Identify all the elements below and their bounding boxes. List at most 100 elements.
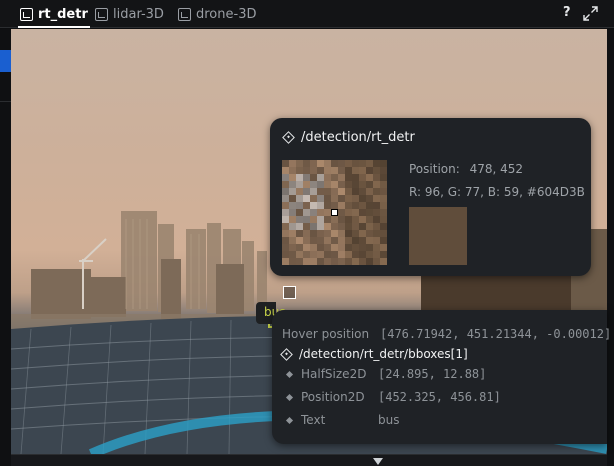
- zoom-pixel: [331, 195, 338, 202]
- zoom-pixel: [352, 195, 359, 202]
- zoom-pixel: [380, 174, 387, 181]
- zoom-pixel: [352, 174, 359, 181]
- zoom-pixel: [317, 209, 324, 216]
- zoom-pixel: [303, 195, 310, 202]
- zoom-pixel: [289, 230, 296, 237]
- zoom-pixel: [359, 195, 366, 202]
- zoom-pixel: [296, 251, 303, 258]
- zoom-pixel: [303, 202, 310, 209]
- zoom-pixel: [373, 181, 380, 188]
- zoom-pixel: [338, 209, 345, 216]
- zoom-pixel: [310, 174, 317, 181]
- right-panel-strip: [607, 29, 614, 466]
- field-value: [452.325, 456.81]: [378, 390, 501, 404]
- zoom-pixel: [331, 237, 338, 244]
- zoom-pixel: [324, 251, 331, 258]
- zoom-pixel: [366, 223, 373, 230]
- zoom-pixel: [366, 230, 373, 237]
- zoom-pixel: [324, 167, 331, 174]
- zoom-pixel: [289, 223, 296, 230]
- zoom-pixel: [331, 167, 338, 174]
- zoom-pixel: [317, 181, 324, 188]
- field-label: Position2D: [301, 390, 365, 404]
- tab-label: rt_detr: [38, 6, 88, 22]
- zoom-pixel: [359, 251, 366, 258]
- tab-label: lidar-3D: [113, 6, 164, 22]
- zoom-pixel: [366, 251, 373, 258]
- tab-drone-3d[interactable]: drone-3D: [178, 0, 256, 28]
- bullet-icon: [285, 370, 294, 378]
- zoom-pixel: [352, 230, 359, 237]
- zoom-pixel: [289, 209, 296, 216]
- help-button[interactable]: ?: [563, 5, 571, 20]
- zoom-pixel: [380, 195, 387, 202]
- hover-position-row: Hover position [476.71942, 451.21344, -0…: [282, 327, 611, 341]
- zoom-pixel: [317, 258, 324, 265]
- zoom-pixel: [310, 216, 317, 223]
- zoom-pixel: [282, 174, 289, 181]
- zoom-pixel: [282, 195, 289, 202]
- zoom-pixel: [373, 216, 380, 223]
- zoom-pixel: [317, 195, 324, 202]
- zoom-pixel: [338, 223, 345, 230]
- zoom-pixel: [366, 244, 373, 251]
- zoom-pixel: [324, 202, 331, 209]
- zoom-pixel: [338, 230, 345, 237]
- hover-cursor: [283, 286, 296, 299]
- zoom-pixel: [282, 167, 289, 174]
- zoom-pixel: [310, 223, 317, 230]
- zoom-pixel: [352, 167, 359, 174]
- zoom-pixel: [282, 237, 289, 244]
- bottom-bar: [11, 454, 607, 466]
- tab-label: drone-3D: [196, 6, 257, 22]
- zoom-pixel: [282, 209, 289, 216]
- zoom-pixel: [282, 230, 289, 237]
- zoom-pixel: [296, 167, 303, 174]
- field-row: Text bus: [282, 413, 399, 427]
- zoom-pixel: [359, 174, 366, 181]
- zoom-pixel: [380, 181, 387, 188]
- zoom-pixel: [310, 237, 317, 244]
- zoom-pixel: [338, 167, 345, 174]
- zoom-pixel: [296, 188, 303, 195]
- zoom-pixel: [373, 244, 380, 251]
- zoom-pixel: [296, 202, 303, 209]
- tab-rt-detr[interactable]: rt_detr: [18, 0, 90, 28]
- zoom-pixel: [310, 209, 317, 216]
- zoom-pixel: [345, 209, 352, 216]
- zoom-pixel: [373, 251, 380, 258]
- entity-icon: [282, 131, 295, 144]
- zoom-pixel: [380, 223, 387, 230]
- zoom-pixel: [331, 251, 338, 258]
- zoom-pixel: [296, 209, 303, 216]
- bullet-icon: [285, 416, 294, 424]
- zoom-pixel: [366, 181, 373, 188]
- entity-path: /detection/rt_detr: [301, 130, 415, 145]
- chevron-down-icon[interactable]: [373, 458, 383, 465]
- zoom-pixel: [289, 244, 296, 251]
- tab-lidar-3d[interactable]: lidar-3D: [95, 0, 164, 28]
- zoom-pixel: [289, 195, 296, 202]
- zoom-pixel: [303, 223, 310, 230]
- zoom-pixel: [303, 251, 310, 258]
- zoom-pixel: [380, 160, 387, 167]
- zoom-pixel: [359, 258, 366, 265]
- zoom-pixel: [282, 202, 289, 209]
- pixel-zoom-preview: [282, 160, 387, 265]
- zoom-pixel: [324, 223, 331, 230]
- zoom-pixel: [324, 188, 331, 195]
- zoom-pixel: [296, 223, 303, 230]
- zoom-pixel: [345, 195, 352, 202]
- hover-position-label: Hover position: [282, 327, 370, 341]
- tab-bar: rt_detr lidar-3D drone-3D ?: [0, 0, 614, 28]
- field-label: Text: [301, 413, 326, 427]
- image-view-icon: [178, 7, 191, 21]
- zoom-pixel: [296, 160, 303, 167]
- zoom-pixel: [324, 181, 331, 188]
- hover-tooltip: Hover position [476.71942, 451.21344, -0…: [272, 310, 611, 444]
- zoom-pixel: [366, 167, 373, 174]
- zoom-pixel: [331, 244, 338, 251]
- zoom-pixel: [310, 230, 317, 237]
- expand-icon[interactable]: [583, 6, 598, 21]
- selected-item-marker[interactable]: [0, 50, 11, 72]
